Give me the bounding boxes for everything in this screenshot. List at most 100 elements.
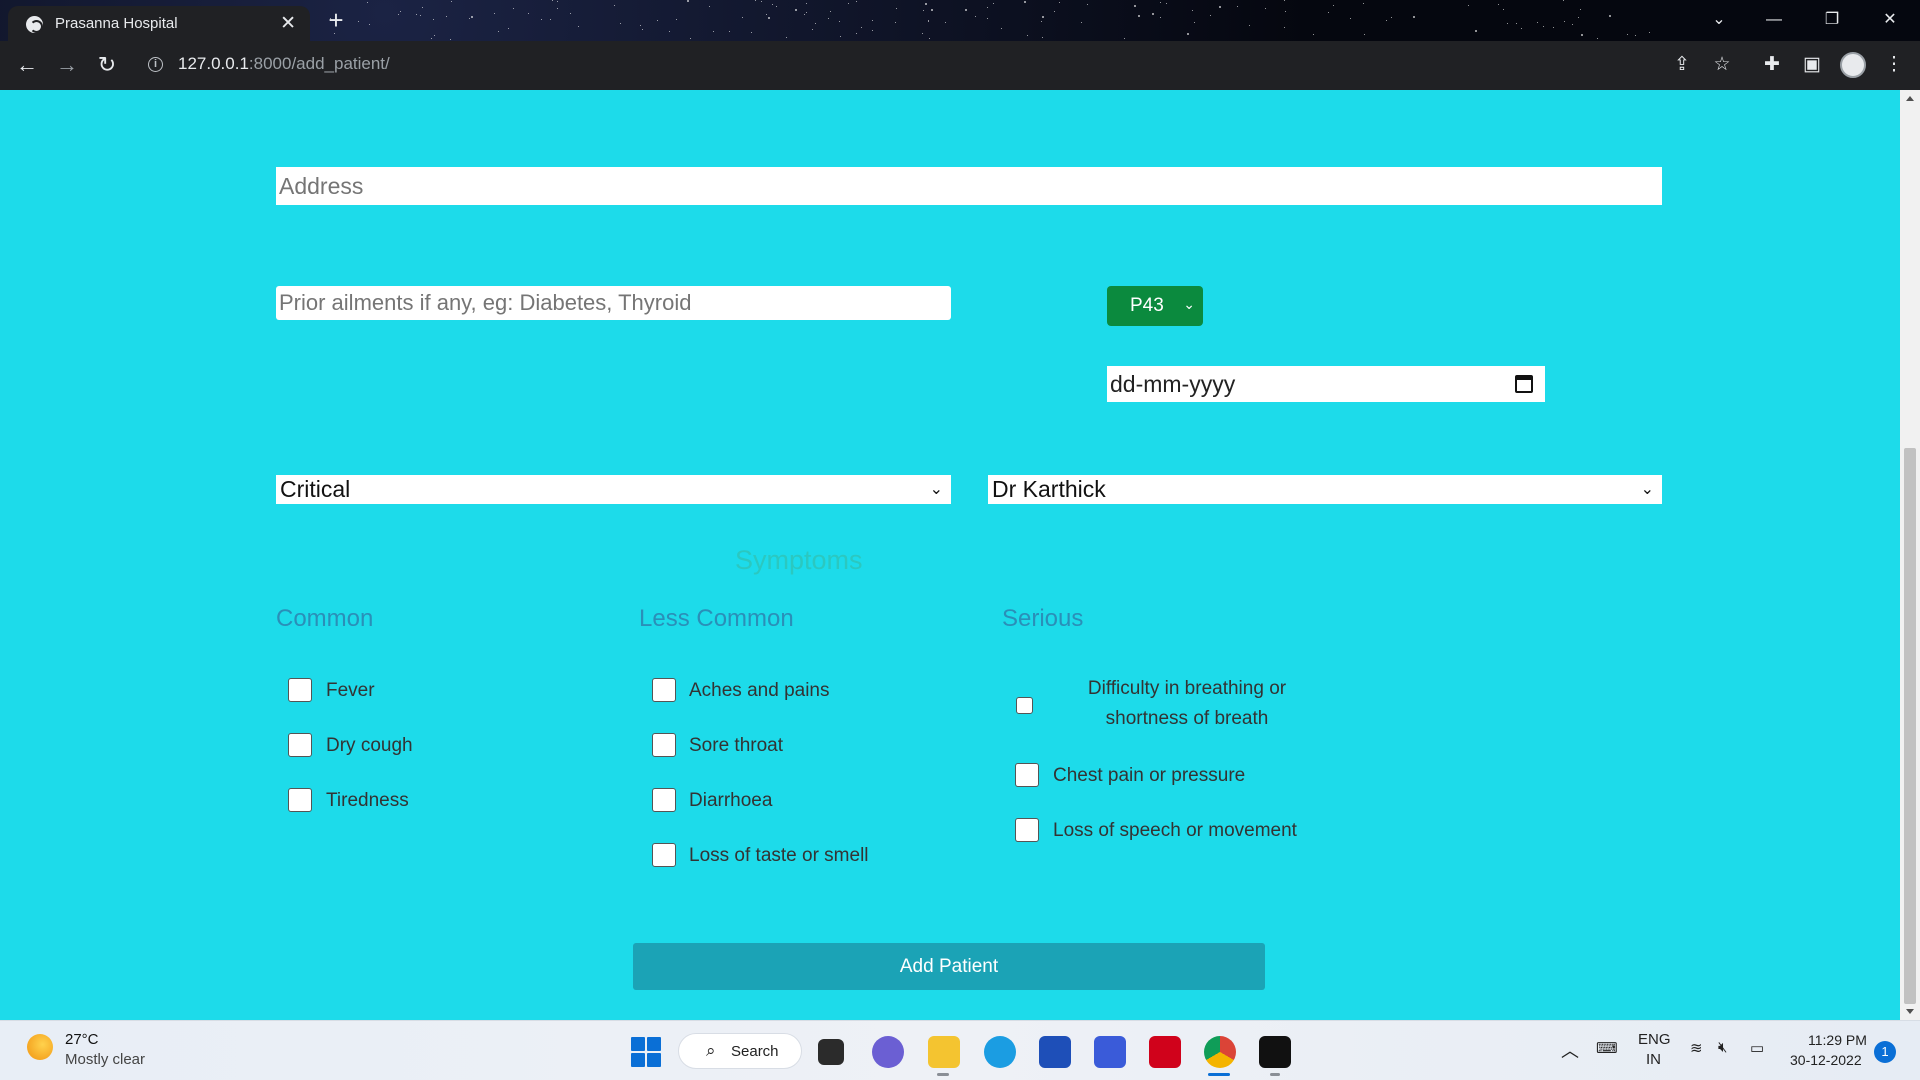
star-decoration — [1581, 34, 1583, 36]
notification-badge[interactable]: 1 — [1874, 1041, 1896, 1063]
star-decoration — [508, 28, 509, 29]
star-decoration — [1475, 30, 1477, 32]
star-decoration — [1160, 17, 1161, 18]
url-host: 127.0.0.1 — [178, 54, 249, 73]
sore-throat-checkbox[interactable] — [652, 733, 676, 757]
browser-tab[interactable]: Prasanna Hospital ✕ — [8, 6, 310, 41]
breathing-difficulty-checkbox[interactable] — [1016, 697, 1033, 714]
star-decoration — [690, 38, 691, 39]
loss-of-taste-checkbox[interactable] — [652, 843, 676, 867]
restore-button[interactable]: ❐ — [1810, 6, 1854, 34]
app-icon[interactable] — [1094, 1036, 1126, 1068]
mcafee-icon[interactable] — [1149, 1036, 1181, 1068]
star-decoration — [669, 31, 670, 32]
calendar-icon[interactable] — [1515, 375, 1533, 393]
more-menu-icon[interactable]: ⋮ — [1880, 51, 1908, 79]
tab-search-chevron-icon[interactable]: ⌄ — [1697, 6, 1741, 34]
scroll-up-icon[interactable] — [1906, 96, 1914, 101]
extensions-puzzle-icon[interactable]: ✚ — [1758, 51, 1786, 79]
page-scrollbar[interactable] — [1900, 90, 1920, 1020]
forward-arrow-icon[interactable]: → — [53, 51, 81, 79]
star-decoration — [1284, 0, 1285, 1]
star-decoration — [786, 37, 787, 38]
profile-avatar[interactable] — [1840, 52, 1866, 78]
priority-select[interactable]: Critical ⌄ — [276, 475, 951, 504]
weather-temperature[interactable]: 27°C — [65, 1031, 99, 1048]
chevron-up-icon[interactable]: ︿ — [1561, 1037, 1579, 1063]
wifi-icon[interactable]: ≋ — [1690, 1039, 1703, 1057]
terminal-icon[interactable] — [1259, 1036, 1291, 1068]
prior-ailments-input[interactable] — [276, 286, 951, 320]
star-decoration — [965, 9, 967, 11]
chest-pain-checkbox[interactable] — [1015, 763, 1039, 787]
language-region[interactable]: IN — [1646, 1051, 1661, 1068]
common-heading: Common — [276, 605, 374, 632]
chest-pain-label: Chest pain or pressure — [1053, 765, 1246, 786]
task-view-icon[interactable] — [818, 1039, 844, 1065]
chat-icon[interactable] — [872, 1036, 904, 1068]
star-decoration — [928, 21, 929, 22]
star-decoration — [398, 14, 399, 15]
address-bar[interactable]: i 127.0.0.1:8000/add_patient/ — [136, 46, 1688, 83]
language-eng[interactable]: ENG — [1638, 1031, 1671, 1048]
star-decoration — [451, 1, 452, 2]
store-icon[interactable] — [1039, 1036, 1071, 1068]
reload-icon[interactable]: ↻ — [93, 51, 121, 79]
volume-muted-icon[interactable]: 🔇︎ — [1718, 1039, 1727, 1056]
file-explorer-icon[interactable] — [928, 1036, 960, 1068]
star-decoration — [928, 20, 929, 21]
scrollbar-thumb[interactable] — [1904, 448, 1916, 1004]
tab-close-button[interactable]: ✕ — [280, 12, 296, 35]
address-input[interactable] — [276, 167, 1662, 205]
star-decoration — [1160, 2, 1161, 3]
weather-description[interactable]: Mostly clear — [65, 1051, 145, 1068]
battery-icon[interactable]: ▭ — [1750, 1039, 1764, 1057]
star-decoration — [358, 21, 359, 22]
star-decoration — [923, 10, 924, 11]
fever-checkbox[interactable] — [288, 678, 312, 702]
star-decoration — [1516, 23, 1517, 24]
star-decoration — [804, 14, 805, 15]
weather-moon-icon[interactable] — [27, 1034, 53, 1060]
site-info-icon[interactable]: i — [148, 57, 163, 72]
add-patient-button[interactable]: Add Patient — [633, 943, 1265, 990]
scroll-down-icon[interactable] — [1906, 1009, 1914, 1014]
tiredness-checkbox[interactable] — [288, 788, 312, 812]
dry-cough-checkbox[interactable] — [288, 733, 312, 757]
edge-browser-icon[interactable] — [984, 1036, 1016, 1068]
star-decoration — [755, 0, 756, 1]
tab-title: Prasanna Hospital — [55, 15, 178, 32]
star-decoration — [420, 15, 421, 16]
minimize-button[interactable]: — — [1752, 6, 1796, 34]
star-decoration — [1194, 22, 1195, 23]
windows-start-icon[interactable] — [631, 1037, 661, 1067]
star-decoration — [1507, 23, 1508, 24]
taskbar-search[interactable]: ⌕ Search — [678, 1033, 802, 1069]
bookmark-star-icon[interactable]: ☆ — [1708, 51, 1736, 79]
star-decoration — [367, 2, 368, 3]
clock-date[interactable]: 30-12-2022 — [1790, 1052, 1862, 1068]
patient-id-select[interactable]: P43 ⌄ — [1107, 286, 1203, 326]
star-decoration — [657, 20, 658, 21]
keyboard-icon[interactable]: ⌨ — [1596, 1039, 1618, 1057]
new-tab-button[interactable]: + — [322, 6, 350, 34]
star-decoration — [1391, 17, 1392, 18]
diarrhoea-checkbox[interactable] — [652, 788, 676, 812]
chrome-icon[interactable] — [1204, 1036, 1236, 1068]
loss-of-speech-checkbox[interactable] — [1015, 818, 1039, 842]
doctor-select[interactable]: Dr Karthick ⌄ — [988, 475, 1662, 504]
star-decoration — [776, 6, 777, 7]
side-panel-icon[interactable]: ▣ — [1798, 51, 1826, 79]
date-value: dd-mm-yyyy — [1110, 371, 1236, 397]
star-decoration — [1027, 35, 1028, 36]
star-decoration — [1152, 13, 1154, 15]
share-icon[interactable]: ⇪ — [1668, 51, 1696, 79]
back-arrow-icon[interactable]: ← — [13, 51, 41, 79]
star-decoration — [1578, 17, 1579, 18]
clock-time[interactable]: 11:29 PM — [1808, 1032, 1867, 1048]
date-input[interactable]: dd-mm-yyyy — [1107, 366, 1545, 402]
star-decoration — [494, 13, 495, 14]
star-decoration — [552, 0, 553, 1]
close-window-button[interactable]: ✕ — [1868, 6, 1912, 34]
aches-checkbox[interactable] — [652, 678, 676, 702]
